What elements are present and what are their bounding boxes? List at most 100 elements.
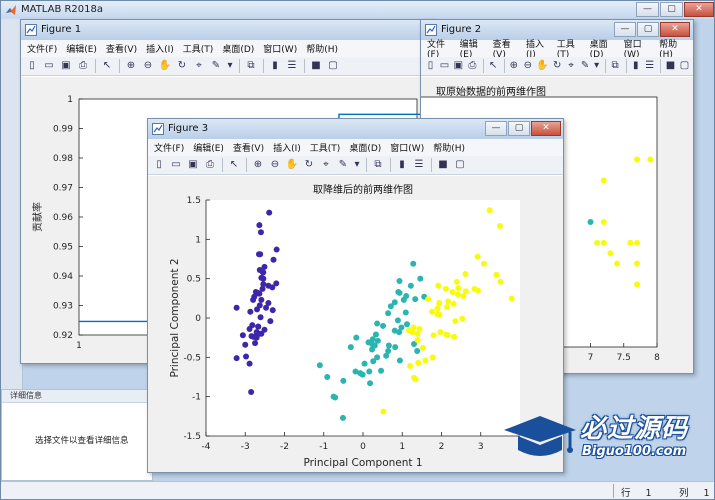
- fig3-point-s0: [254, 306, 261, 313]
- fig3-xtick-label: -3: [241, 442, 250, 452]
- edit-plot-icon[interactable]: ↖: [488, 59, 499, 73]
- zoom-in-icon[interactable]: ⊕: [508, 59, 519, 73]
- brush-icon[interactable]: ✎: [209, 59, 223, 73]
- print-icon[interactable]: ⎙: [467, 59, 478, 73]
- fig3-point-s2: [434, 311, 441, 318]
- data-cursor-icon[interactable]: ⌖: [566, 59, 577, 73]
- save-icon[interactable]: ▣: [186, 158, 200, 172]
- matlab-close-button[interactable]: ✕: [684, 2, 714, 17]
- fig3-point-s0: [251, 293, 258, 300]
- fig1-ytick-label: 0.99: [53, 125, 73, 135]
- hide-plot-tools-icon[interactable]: ■: [436, 158, 450, 172]
- insert-legend-icon[interactable]: ☰: [644, 59, 655, 73]
- pan-icon[interactable]: ✋: [536, 59, 548, 73]
- edit-plot-icon[interactable]: ↖: [227, 158, 241, 172]
- fig3-menu-item-0[interactable]: 文件(F): [154, 141, 184, 154]
- figure-2-window-controls: — ▢ ✕: [613, 22, 690, 37]
- zoom-out-icon[interactable]: ⊖: [268, 158, 282, 172]
- toolbar-separator: [604, 59, 606, 73]
- insert-legend-icon[interactable]: ☰: [285, 59, 299, 73]
- fig1-menu-item-6[interactable]: 窗口(W): [263, 42, 297, 55]
- fig3-menu-item-6[interactable]: 窗口(W): [390, 141, 424, 154]
- pan-icon[interactable]: ✋: [158, 59, 172, 73]
- figure-3-minimize-button[interactable]: —: [485, 121, 507, 136]
- fig1-ytick-label: 0.93: [53, 302, 73, 312]
- fig1-menu-item-1[interactable]: 编辑(E): [66, 42, 97, 55]
- print-icon[interactable]: ⎙: [76, 59, 90, 73]
- link-plot-icon[interactable]: ⧉: [244, 59, 258, 73]
- brush-dropdown-icon[interactable]: ▾: [226, 59, 234, 73]
- fig1-menu-item-3[interactable]: 插入(I): [146, 42, 174, 55]
- rotate-3d-icon[interactable]: ↻: [175, 59, 189, 73]
- insert-colorbar-icon[interactable]: ▮: [630, 59, 641, 73]
- link-plot-icon[interactable]: ⧉: [610, 59, 621, 73]
- print-icon[interactable]: ⎙: [203, 158, 217, 172]
- fig3-menu-item-3[interactable]: 插入(I): [273, 141, 301, 154]
- fig3-point-s0: [247, 308, 254, 315]
- figure-3-title-bar[interactable]: Figure 3 — ▢ ✕: [148, 119, 563, 139]
- details-panel: 详细信息 选择文件以查看详细信息: [1, 389, 153, 481]
- figure-2-restore-button[interactable]: ▢: [637, 22, 659, 37]
- fig3-point-s2: [455, 285, 462, 292]
- figure-3-restore-button[interactable]: ▢: [508, 121, 530, 136]
- fig1-menu-item-5[interactable]: 桌面(D): [222, 42, 254, 55]
- pan-icon[interactable]: ✋: [285, 158, 299, 172]
- brush-icon[interactable]: ✎: [580, 59, 591, 73]
- fig1-menu-item-0[interactable]: 文件(F): [27, 42, 57, 55]
- fig1-menu-item-4[interactable]: 工具(T): [183, 42, 214, 55]
- figure-2-toolbar: ▯ ▭ ▣ ⎙ ↖ ⊕ ⊖ ✋ ↻ ⌖ ✎ ▾ ⧉ ▮ ☰ ■ ▢: [421, 57, 693, 76]
- fig3-point-s0: [270, 256, 277, 263]
- fig3-point-s2: [480, 260, 487, 267]
- fig1-menu-item-2[interactable]: 查看(V): [106, 42, 137, 55]
- rotate-3d-icon[interactable]: ↻: [552, 59, 563, 73]
- toolbar-separator: [431, 158, 432, 172]
- data-cursor-icon[interactable]: ⌖: [192, 59, 206, 73]
- figure-2-close-button[interactable]: ✕: [660, 22, 690, 37]
- show-plot-tools-icon[interactable]: ▢: [679, 59, 690, 73]
- matlab-minimize-button[interactable]: —: [636, 2, 659, 17]
- save-icon[interactable]: ▣: [453, 59, 464, 73]
- figure-3-close-button[interactable]: ✕: [531, 121, 561, 136]
- new-figure-icon[interactable]: ▯: [425, 59, 436, 73]
- fig3-point-s1: [340, 377, 347, 384]
- zoom-out-icon[interactable]: ⊖: [141, 59, 155, 73]
- fig3-point-s2: [453, 278, 460, 285]
- fig3-menu-item-5[interactable]: 桌面(D): [349, 141, 381, 154]
- link-plot-icon[interactable]: ⧉: [371, 158, 385, 172]
- hide-plot-tools-icon[interactable]: ■: [665, 59, 676, 73]
- new-figure-icon[interactable]: ▯: [152, 158, 166, 172]
- brush-dropdown-icon[interactable]: ▾: [353, 158, 361, 172]
- fig3-menu-item-4[interactable]: 工具(T): [310, 141, 341, 154]
- open-file-icon[interactable]: ▭: [42, 59, 56, 73]
- figure-1-title: Figure 1: [41, 24, 82, 35]
- insert-colorbar-icon[interactable]: ▮: [395, 158, 409, 172]
- fig3-menu-item-2[interactable]: 查看(V): [233, 141, 264, 154]
- matlab-title-bar[interactable]: MATLAB R2018a — ▢ ✕: [1, 1, 714, 19]
- matlab-restore-button[interactable]: ▢: [660, 2, 683, 17]
- rotate-3d-icon[interactable]: ↻: [302, 158, 316, 172]
- fig3-point-s1: [380, 322, 387, 329]
- zoom-in-icon[interactable]: ⊕: [124, 59, 138, 73]
- fig3-menu-item-1[interactable]: 编辑(E): [193, 141, 224, 154]
- save-icon[interactable]: ▣: [59, 59, 73, 73]
- fig1-menu-item-7[interactable]: 帮助(H): [306, 42, 338, 55]
- fig3-point-s1: [402, 309, 409, 316]
- brush-dropdown-icon[interactable]: ▾: [594, 59, 600, 73]
- open-file-icon[interactable]: ▭: [169, 158, 183, 172]
- insert-legend-icon[interactable]: ☰: [412, 158, 426, 172]
- edit-plot-icon[interactable]: ↖: [100, 59, 114, 73]
- brush-icon[interactable]: ✎: [336, 158, 350, 172]
- data-cursor-icon[interactable]: ⌖: [319, 158, 333, 172]
- insert-colorbar-icon[interactable]: ▮: [268, 59, 282, 73]
- show-plot-tools-icon[interactable]: ▢: [453, 158, 467, 172]
- zoom-out-icon[interactable]: ⊖: [522, 59, 533, 73]
- new-figure-icon[interactable]: ▯: [25, 59, 39, 73]
- fig3-menu-item-7[interactable]: 帮助(H): [433, 141, 465, 154]
- figure-2-menubar: 文件(F) 编辑(E) 查看(V) 插入(I) 工具(T) 桌面(D) 窗口(W) 帮助(H): [421, 40, 693, 60]
- hide-plot-tools-icon[interactable]: ■: [309, 59, 323, 73]
- figure-2-minimize-button[interactable]: —: [614, 22, 636, 37]
- figure-1-title-bar[interactable]: Figure 1: [21, 20, 434, 40]
- open-file-icon[interactable]: ▭: [439, 59, 450, 73]
- show-plot-tools-icon[interactable]: ▢: [326, 59, 340, 73]
- zoom-in-icon[interactable]: ⊕: [251, 158, 265, 172]
